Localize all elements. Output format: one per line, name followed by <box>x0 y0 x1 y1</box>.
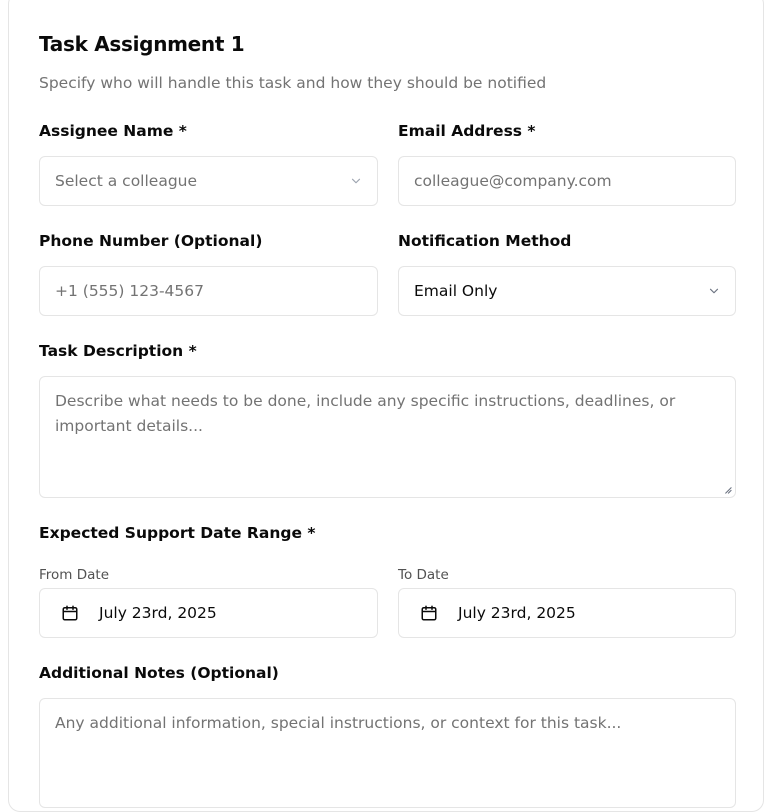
notes-placeholder: Any additional information, special inst… <box>55 714 622 732</box>
from-date-value: July 23rd, 2025 <box>99 604 217 622</box>
phone-field[interactable]: +1 (555) 123-4567 <box>39 266 378 316</box>
description-placeholder: Describe what needs to be done, include … <box>55 392 676 435</box>
description-label: Task Description * <box>39 342 197 360</box>
calendar-icon <box>421 605 437 621</box>
assignee-select[interactable]: Select a colleague <box>39 156 378 206</box>
notes-textarea[interactable]: Any additional information, special inst… <box>39 698 736 808</box>
notification-select[interactable]: Email Only <box>398 266 736 316</box>
date-range-label: Expected Support Date Range * <box>39 524 316 542</box>
email-placeholder: colleague@company.com <box>414 172 612 190</box>
from-date-button[interactable]: July 23rd, 2025 <box>39 588 378 638</box>
assignee-label: Assignee Name * <box>39 122 187 140</box>
to-date-label: To Date <box>398 567 449 583</box>
resize-handle-icon[interactable] <box>723 485 732 494</box>
from-date-label: From Date <box>39 567 110 583</box>
phone-placeholder: +1 (555) 123-4567 <box>55 282 205 300</box>
to-date-value: July 23rd, 2025 <box>458 604 576 622</box>
to-date-button[interactable]: July 23rd, 2025 <box>398 588 736 638</box>
notification-value: Email Only <box>414 282 498 300</box>
calendar-icon <box>62 605 78 621</box>
card-subtitle: Specify who will handle this task and ho… <box>39 74 547 92</box>
phone-label: Phone Number (Optional) <box>39 232 263 250</box>
chevron-down-icon <box>351 178 361 184</box>
email-field[interactable]: colleague@company.com <box>398 156 736 206</box>
card-title: Task Assignment 1 <box>39 32 245 56</box>
notification-label: Notification Method <box>398 232 572 250</box>
email-label: Email Address * <box>398 122 536 140</box>
notes-label: Additional Notes (Optional) <box>39 664 279 682</box>
chevron-down-icon <box>709 288 719 294</box>
assignee-placeholder: Select a colleague <box>55 172 198 190</box>
description-textarea[interactable]: Describe what needs to be done, include … <box>39 376 736 498</box>
